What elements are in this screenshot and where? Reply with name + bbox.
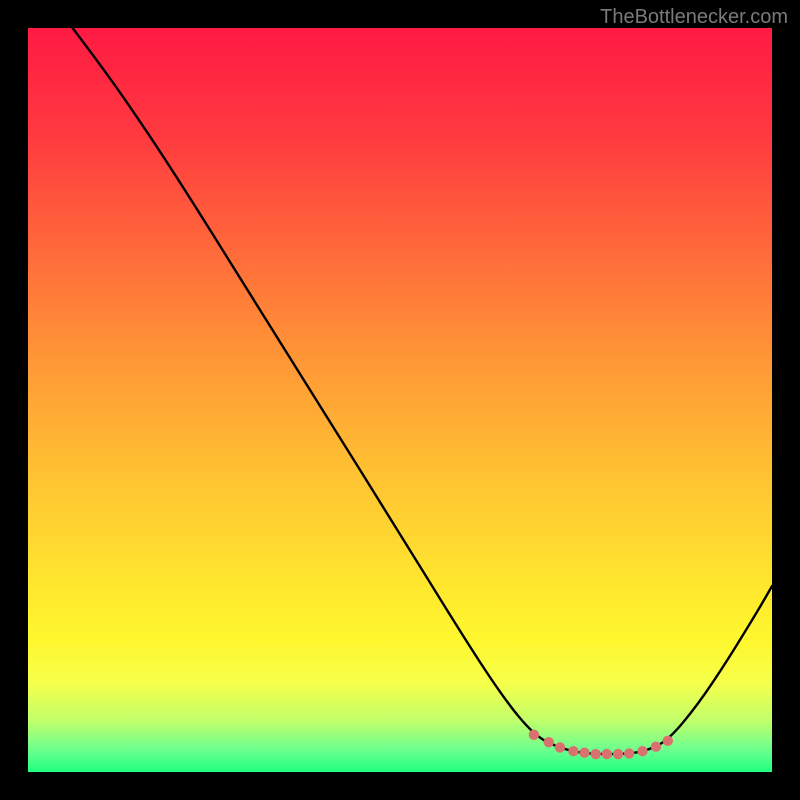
highlight-dot <box>637 746 647 756</box>
highlight-dot <box>555 742 565 752</box>
highlight-dot <box>602 749 612 759</box>
highlight-dot <box>591 749 601 759</box>
bottleneck-curve <box>73 28 772 754</box>
plot-area <box>28 28 772 772</box>
highlight-dot <box>663 736 673 746</box>
attribution-text: TheBottlenecker.com <box>600 6 788 29</box>
highlight-dot <box>544 737 554 747</box>
highlight-dot <box>568 746 578 756</box>
highlight-dot <box>579 748 589 758</box>
highlight-dot <box>613 749 623 759</box>
highlight-dot <box>529 730 539 740</box>
highlight-dot <box>651 742 661 752</box>
curve-layer <box>28 28 772 772</box>
chart-container: TheBottlenecker.com <box>0 0 800 800</box>
highlight-dot <box>624 748 634 758</box>
